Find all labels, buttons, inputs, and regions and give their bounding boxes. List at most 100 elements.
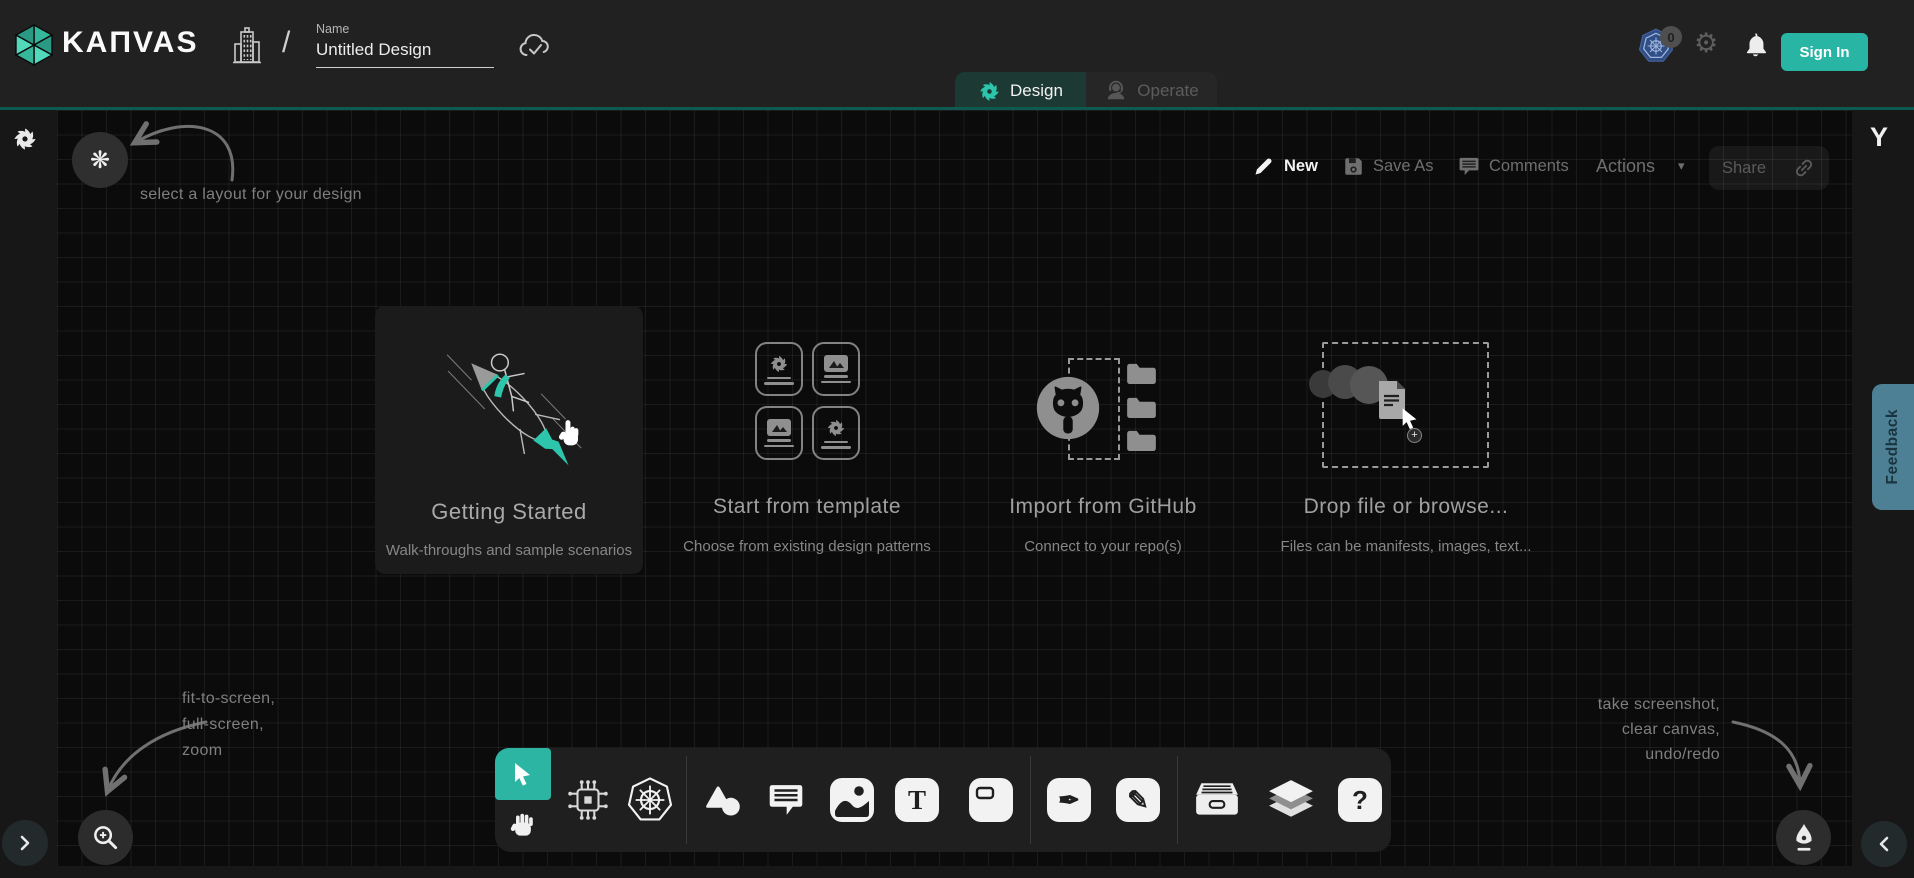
app-root: KAΠVAS / Name Design [0, 0, 1914, 878]
comments-icon [1458, 156, 1480, 177]
card-title: Import from GitHub [969, 495, 1237, 519]
pen-path-tool[interactable]: ✒ [1047, 778, 1091, 822]
tab-operate[interactable]: Operate [1086, 72, 1217, 110]
hint-zoom: zoom [182, 742, 222, 760]
text-tool[interactable]: T [895, 778, 939, 822]
component-tool[interactable] [567, 779, 609, 821]
toolbar-divider [1177, 756, 1178, 844]
layers-tool[interactable] [1267, 779, 1315, 821]
zoom-controls-button[interactable] [78, 810, 133, 865]
freehand-draw-tool[interactable]: ✎ [1116, 778, 1160, 822]
cloud-sync-icon [517, 32, 553, 60]
new-design-button[interactable]: New [1253, 144, 1318, 188]
breadcrumb-separator: / [282, 26, 290, 60]
chevron-left-icon [1876, 835, 1892, 853]
design-spiral-icon [978, 80, 1001, 103]
note-tool-tile [969, 778, 1013, 822]
toolbar-divider [1030, 756, 1031, 844]
help-tool-tile: ? [1338, 778, 1382, 822]
image-tool[interactable] [830, 778, 874, 822]
template-tile [812, 406, 860, 460]
comments-button[interactable]: Comments [1458, 144, 1569, 188]
layers-icon [1267, 779, 1315, 821]
folder-icon [1126, 362, 1157, 385]
drawer-icon [1193, 781, 1241, 819]
feedback-tab[interactable]: Feedback [1872, 384, 1914, 510]
app-header: KAΠVAS / Name Design [0, 0, 1914, 110]
feedback-label: Feedback [1884, 409, 1902, 485]
card-subtitle: Walk-throughs and sample scenarios [375, 542, 643, 559]
card-import-from-github[interactable]: Import from GitHub Connect to your repo(… [969, 302, 1237, 574]
kanvas-logo-icon[interactable] [12, 22, 56, 68]
hint-clear-canvas: clear canvas, [1520, 721, 1720, 739]
card-title: Getting Started [375, 499, 643, 525]
spiral-icon [826, 418, 846, 438]
card-title: Drop file or browse... [1271, 495, 1541, 519]
chip-component-icon [567, 779, 609, 821]
drop-cursor-icon [1399, 406, 1421, 431]
import-drawer-tool[interactable] [1193, 781, 1241, 819]
layout-hint-text: select a layout for your design [140, 186, 362, 204]
template-tile [755, 342, 803, 396]
pencil-tool-tile: ✎ [1116, 778, 1160, 822]
comment-bubble-icon [767, 782, 805, 818]
note-icon [969, 778, 1013, 822]
rocket-doodle [411, 312, 611, 497]
folder-icon [1126, 396, 1157, 419]
new-label: New [1284, 157, 1318, 176]
bottom-rail [0, 866, 1914, 878]
expand-right-panel-button[interactable] [1861, 821, 1907, 867]
help-glyph: ? [1352, 785, 1368, 816]
pen-annotation-button[interactable] [1776, 810, 1831, 865]
yaml-view-icon[interactable]: Y [1870, 122, 1888, 153]
sign-in-button[interactable]: Sign In [1781, 33, 1868, 71]
template-tile [812, 342, 860, 396]
shapes-tool[interactable] [702, 783, 742, 817]
design-name-input[interactable] [316, 40, 494, 68]
text-tool-tile: T [895, 778, 939, 822]
settings-gear-icon[interactable]: ⚙ [1694, 28, 1718, 59]
pen-nib-icon [1789, 822, 1819, 854]
card-start-from-template[interactable]: Start from template Choose from existing… [673, 302, 941, 574]
share-button[interactable]: Share [1709, 146, 1829, 190]
hand-cursor [557, 418, 583, 448]
actions-label: Actions [1596, 156, 1655, 177]
pen-tool-glyph: ✒ [1058, 785, 1080, 816]
save-as-button[interactable]: Save As [1343, 144, 1434, 188]
comment-tool[interactable] [767, 782, 805, 818]
notifications-bell-icon[interactable] [1740, 29, 1771, 60]
design-toolbar: T ✒ ✎ [495, 748, 1391, 852]
hint-fit-to-screen: fit-to-screen, [182, 690, 275, 708]
organization-icon[interactable] [232, 26, 262, 66]
kubernetes-tool[interactable] [627, 777, 673, 823]
actions-dropdown[interactable]: Actions ▾ [1596, 144, 1685, 188]
image-icon [767, 419, 791, 436]
design-name-label: Name [316, 22, 349, 36]
add-plus-badge: + [1407, 428, 1422, 443]
help-tool[interactable]: ? [1338, 778, 1382, 822]
card-drop-file[interactable]: + Drop file or browse... Files can be ma… [1271, 302, 1541, 574]
hint-full-screen: full-screen, [182, 716, 264, 734]
save-as-label: Save As [1373, 157, 1434, 176]
share-link-icon [1792, 156, 1816, 180]
expand-left-panel-button[interactable] [2, 820, 48, 866]
meshery-spiral-icon[interactable] [12, 126, 38, 152]
card-subtitle: Files can be manifests, images, text... [1271, 538, 1541, 555]
card-getting-started[interactable]: Getting Started Walk-throughs and sample… [375, 306, 643, 574]
logo-wordmark[interactable]: KAΠVAS [62, 26, 198, 60]
layout-burst-icon: ❋ [90, 146, 110, 175]
note-tool[interactable] [969, 778, 1013, 822]
image-icon [824, 355, 848, 372]
layout-selector-button[interactable]: ❋ [72, 132, 128, 188]
card-subtitle: Choose from existing design patterns [673, 538, 941, 555]
card-title: Start from template [673, 495, 941, 519]
github-octocat-icon [1034, 374, 1102, 442]
pen-tool-tile: ✒ [1047, 778, 1091, 822]
card-subtitle: Connect to your repo(s) [969, 538, 1237, 555]
comments-label: Comments [1489, 157, 1569, 176]
tab-operate-label: Operate [1137, 81, 1198, 101]
select-tool[interactable] [495, 748, 551, 800]
pencil-new-icon [1253, 155, 1275, 177]
pan-tool[interactable] [495, 800, 551, 852]
tab-design[interactable]: Design [955, 72, 1086, 110]
